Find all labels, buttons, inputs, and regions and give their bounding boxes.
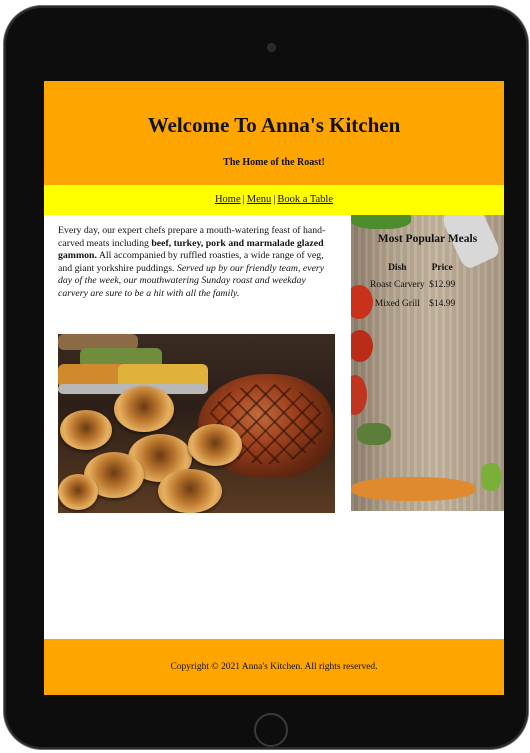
popular-meals-sidebar: Most Popular Meals Dish Price Roast Carv… xyxy=(351,215,504,511)
intro-paragraph: Every day, our expert chefs prepare a mo… xyxy=(58,225,338,301)
home-button[interactable] xyxy=(254,713,288,747)
nav-separator: | xyxy=(273,194,276,205)
nav-bar: Home | Menu | Book a Table xyxy=(44,185,504,215)
tablet-frame: Welcome To Anna's Kitchen The Home of th… xyxy=(4,6,528,749)
dish-cell: Roast Carvery xyxy=(370,280,425,290)
site-tagline: The Home of the Roast! xyxy=(223,157,325,168)
site-title: Welcome To Anna's Kitchen xyxy=(147,113,401,137)
nav-link-book-a-table[interactable]: Book a Table xyxy=(277,194,333,205)
column-header-dish: Dish xyxy=(388,263,407,273)
copyright-text: Copyright © 2021 Anna's Kitchen. All rig… xyxy=(170,662,378,672)
table-row: Mixed Grill $14.99 xyxy=(369,297,459,316)
nav-link-home[interactable]: Home xyxy=(215,194,241,205)
sidebar-title: Most Popular Meals xyxy=(377,233,478,245)
roast-food-image xyxy=(58,334,335,513)
dish-cell: Mixed Grill xyxy=(374,299,420,309)
price-cell: $12.99 xyxy=(429,280,456,290)
popular-meals-table: Dish Price Roast Carvery $12.99 Mixed Gr… xyxy=(369,261,459,316)
price-cell: $14.99 xyxy=(429,299,456,309)
site-footer: Copyright © 2021 Anna's Kitchen. All rig… xyxy=(44,639,504,695)
site-header: Welcome To Anna's Kitchen The Home of th… xyxy=(44,81,504,185)
column-header-price: Price xyxy=(431,263,453,273)
nav-link-menu[interactable]: Menu xyxy=(247,194,272,205)
nav-separator: | xyxy=(242,194,245,205)
camera-icon xyxy=(268,44,275,51)
screen: Welcome To Anna's Kitchen The Home of th… xyxy=(44,81,504,695)
table-row: Roast Carvery $12.99 xyxy=(369,278,459,297)
